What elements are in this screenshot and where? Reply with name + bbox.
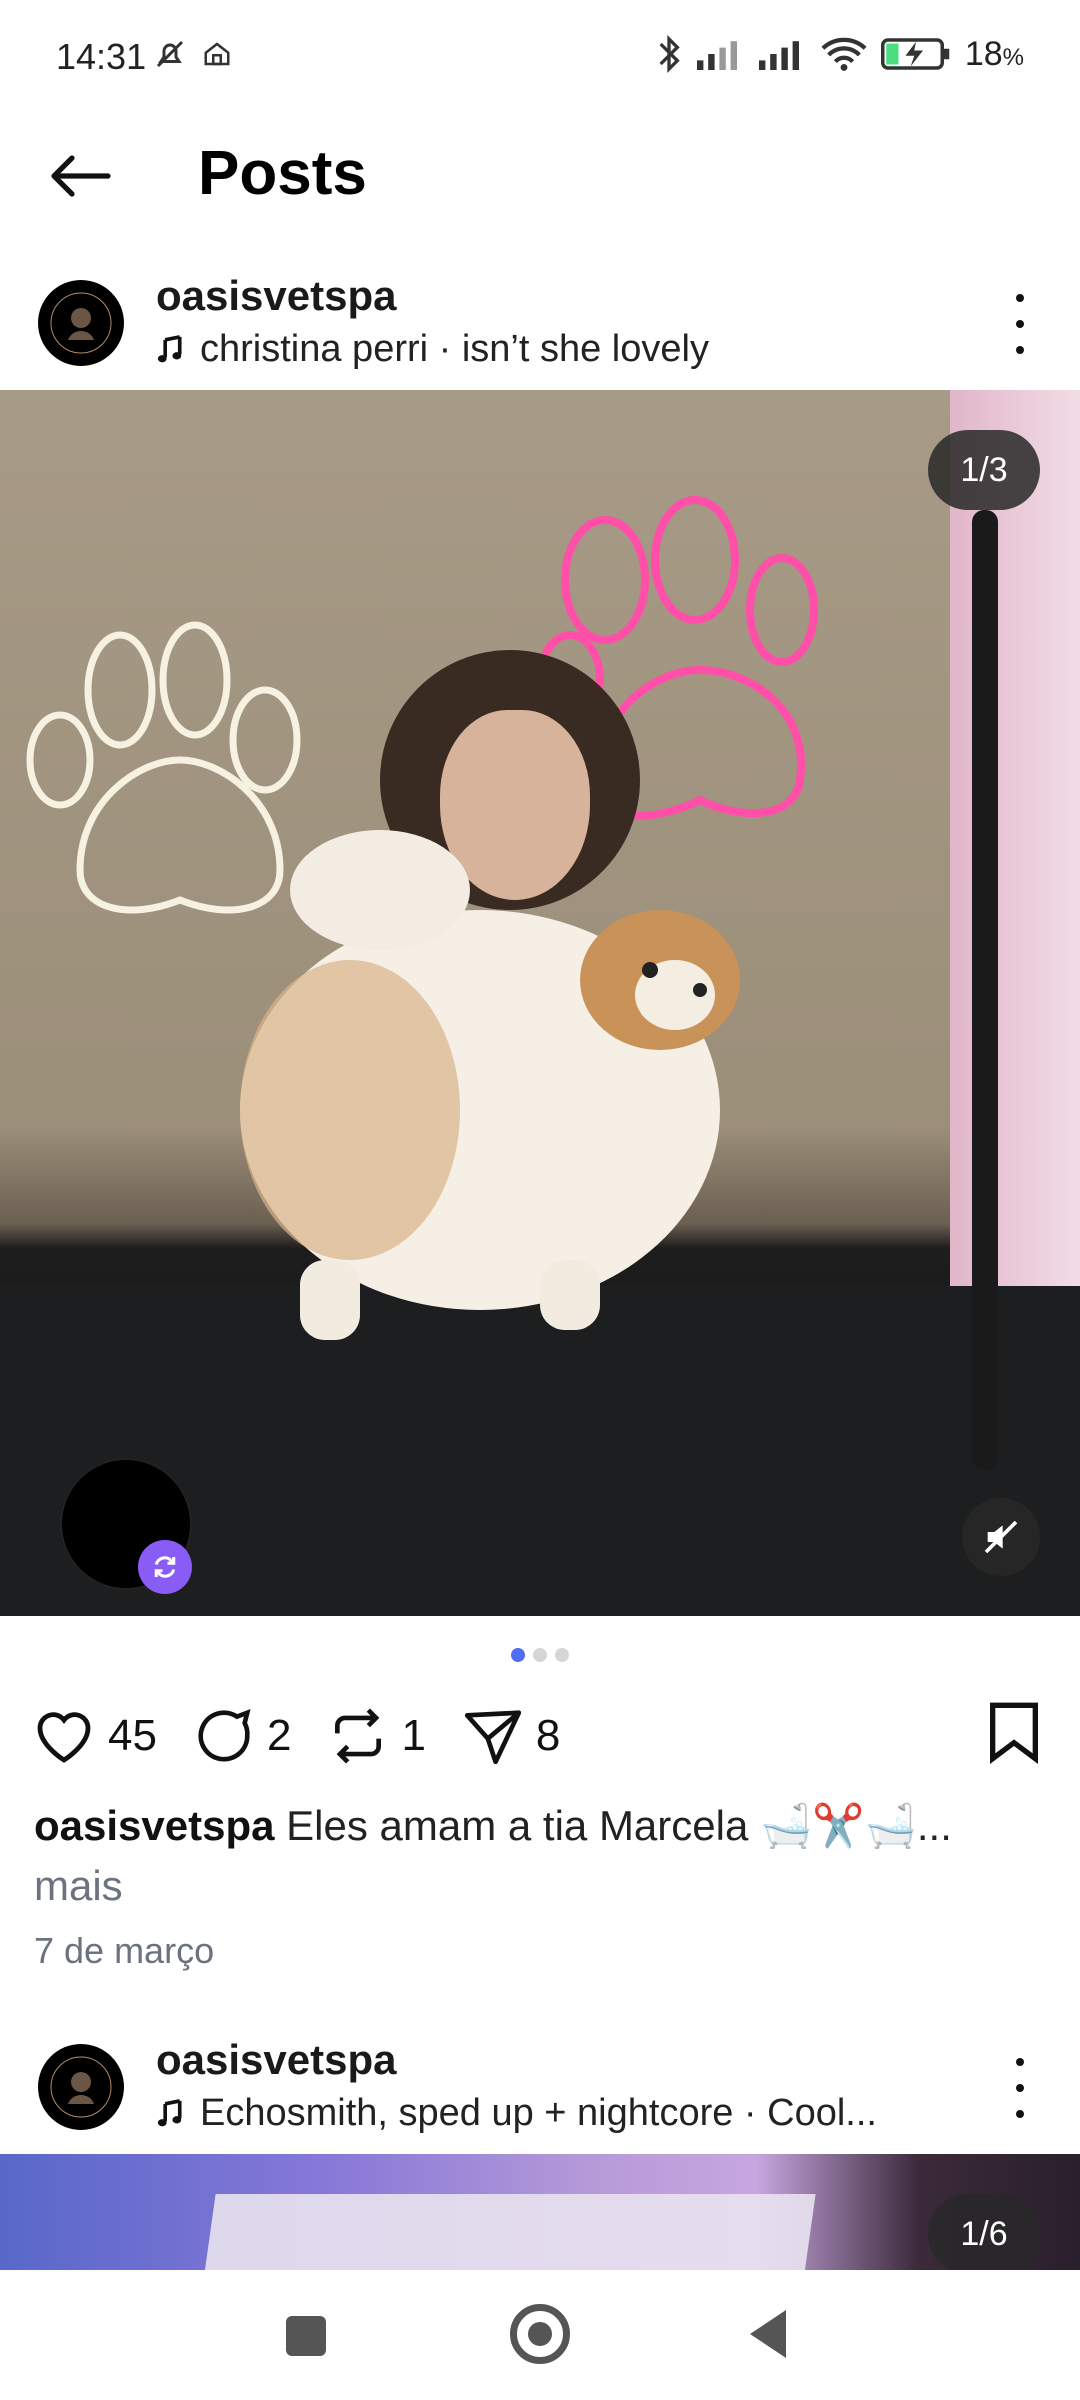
- dot-icon: [1016, 294, 1024, 302]
- more-options-button[interactable]: [1000, 294, 1040, 354]
- mute-icon: [156, 40, 184, 68]
- arrow-left-icon: [51, 155, 111, 197]
- carousel-dot: [511, 1648, 525, 1662]
- battery-charging-icon: [880, 38, 950, 70]
- music-label: christina perri · isn’t she lovely: [200, 328, 709, 370]
- top-app-bar: Posts: [0, 110, 1080, 260]
- status-time: 14:31: [56, 36, 147, 77]
- recents-button[interactable]: [286, 2316, 326, 2356]
- post-username[interactable]: oasisvetspa: [156, 272, 396, 320]
- music-note-icon: [157, 334, 182, 362]
- logo-icon: [50, 2056, 112, 2118]
- signal-icon: [758, 41, 799, 70]
- comment-count: 2: [266, 1711, 292, 1760]
- comment-icon: [198, 1709, 251, 1762]
- music-note-icon: [157, 2098, 182, 2126]
- home-button[interactable]: [510, 2304, 570, 2364]
- home-icon: [204, 42, 230, 66]
- comment-button[interactable]: 2: [193, 1705, 291, 1767]
- status-right-icons: 18%: [655, 34, 1024, 74]
- heart-icon: [37, 1712, 91, 1763]
- shelf: [204, 2194, 816, 2270]
- battery-percent: 18%: [964, 34, 1024, 73]
- repost-button[interactable]: 1: [327, 1705, 426, 1767]
- caption-text: Eles amam a tia Marcela 🛁✂️🛁...: [286, 1802, 952, 1849]
- more-link[interactable]: mais: [34, 1862, 123, 1909]
- post-username[interactable]: oasisvetspa: [156, 2036, 396, 2084]
- image-counter: 1/6: [928, 2194, 1040, 2270]
- post-date: 7 de março: [34, 1930, 215, 1971]
- pink-wall: [950, 390, 1080, 1290]
- back-button[interactable]: [40, 136, 120, 216]
- music-track[interactable]: christina perri · isn’t she lovely: [156, 328, 709, 371]
- repost-badge[interactable]: [138, 1540, 192, 1594]
- music-track[interactable]: Echosmith, sped up + nightcore · Cool...: [156, 2092, 877, 2135]
- wifi-icon: [821, 37, 867, 71]
- more-options-button[interactable]: [1000, 2058, 1040, 2118]
- post-image[interactable]: 1/3: [0, 390, 1080, 1616]
- page-title: Posts: [198, 139, 367, 208]
- like-count: 45: [108, 1711, 157, 1760]
- repost-icon: [154, 1556, 176, 1578]
- post-image[interactable]: 1/6: [0, 2154, 1080, 2270]
- status-left-icons: [152, 36, 232, 72]
- repost-count: 1: [401, 1711, 426, 1760]
- share-count: 8: [535, 1711, 561, 1760]
- system-nav-bar: [0, 2270, 1080, 2400]
- home-dot-icon: [528, 2322, 552, 2346]
- back-nav-button[interactable]: [750, 2310, 786, 2358]
- image-counter: 1/3: [928, 430, 1040, 510]
- dot-icon: [1016, 320, 1024, 328]
- bookmark-icon: [990, 1702, 1038, 1764]
- speaker-muted-icon: [984, 1520, 1018, 1554]
- post-caption: oasisvetspa Eles amam a tia Marcela 🛁✂️🛁…: [34, 1796, 1044, 1916]
- post-header: oasisvetspa Echosmith, sped up + nightco…: [0, 2028, 1080, 2158]
- post-actions: 45 2 1 8: [32, 1696, 1052, 1776]
- signal-icon: [696, 41, 737, 70]
- post-header: oasisvetspa christina perri · isn’t she …: [0, 264, 1080, 394]
- music-label: Echosmith, sped up + nightcore · Cool...: [200, 2092, 877, 2134]
- carousel-dot: [533, 1648, 547, 1662]
- save-button[interactable]: [986, 1700, 1042, 1769]
- dot-icon: [1016, 346, 1024, 354]
- send-icon: [464, 1710, 522, 1765]
- grooming-arm: [972, 510, 998, 1470]
- repost-icon: [335, 1708, 382, 1764]
- mute-button[interactable]: [962, 1498, 1040, 1576]
- share-button[interactable]: 8: [462, 1705, 560, 1767]
- avatar[interactable]: [38, 280, 124, 366]
- carousel-dot: [555, 1648, 569, 1662]
- dot-icon: [1016, 2084, 1024, 2092]
- bluetooth-icon: [659, 34, 680, 74]
- like-button[interactable]: 45: [32, 1706, 157, 1766]
- dot-icon: [1016, 2110, 1024, 2118]
- dot-icon: [1016, 2058, 1024, 2066]
- pomeranian-dog: [240, 830, 740, 1340]
- carousel-indicator: [0, 1648, 1080, 1662]
- avatar[interactable]: [38, 2044, 124, 2130]
- logo-icon: [50, 292, 112, 354]
- caption-username[interactable]: oasisvetspa: [34, 1802, 274, 1849]
- status-bar: 14:31 18%: [0, 0, 1080, 110]
